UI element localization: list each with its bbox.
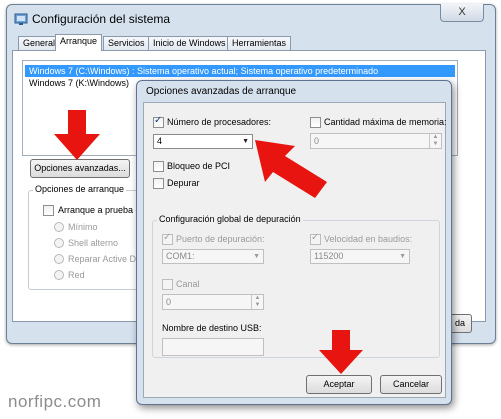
radio-repair-ad-label: Reparar Active Dir: [68, 254, 142, 264]
tab-boot[interactable]: Arranque: [55, 34, 103, 51]
max-memory-spinner[interactable]: 0 ▲ ▼: [310, 133, 442, 149]
dialog-title: Opciones avanzadas de arranque: [146, 86, 297, 97]
chevron-down-icon: ▼: [399, 253, 406, 260]
spinner-arrows-icon[interactable]: ▲ ▼: [251, 295, 263, 309]
channel-checkbox[interactable]: [162, 279, 173, 290]
radio-network-label: Red: [68, 270, 85, 280]
system-config-app-icon: [14, 12, 28, 26]
pci-lock-checkbox[interactable]: [153, 161, 164, 172]
radio-alternate-shell-label: Shell alterno: [68, 238, 119, 248]
num-processors-value: 4: [157, 136, 163, 146]
baud-rate-dropdown[interactable]: 115200 ▼: [310, 249, 410, 264]
num-processors-label: Número de procesadores:: [167, 117, 272, 127]
debug-port-label: Puerto de depuración:: [176, 234, 265, 244]
os-list-item-current[interactable]: Windows 7 (C:\Windows) : Sistema operati…: [25, 65, 455, 77]
debug-port-value: COM1:: [166, 251, 195, 261]
safe-boot-label: Arranque a prueba d: [58, 205, 141, 215]
tab-tools[interactable]: Herramientas: [227, 36, 292, 50]
num-processors-checkbox[interactable]: [153, 115, 164, 128]
channel-value: 0: [166, 297, 172, 307]
num-processors-dropdown[interactable]: 4 ▼: [153, 134, 253, 149]
tab-startup[interactable]: Inicio de Windows: [148, 36, 231, 50]
spinner-arrows-icon[interactable]: ▲ ▼: [429, 134, 441, 148]
debug-port-dropdown[interactable]: COM1: ▼: [162, 249, 264, 264]
arrow-down-icon: [54, 110, 100, 160]
chevron-down-icon: ▼: [242, 138, 249, 145]
debug-label: Depurar: [167, 178, 200, 188]
baud-rate-label: Velocidad en baudios:: [324, 234, 413, 244]
baud-rate-value: 115200: [314, 251, 344, 261]
max-memory-label: Cantidad máxima de memoria:: [324, 117, 447, 127]
boot-options-legend: Opciones de arranque: [33, 184, 127, 194]
cancel-button[interactable]: Cancelar: [380, 375, 442, 394]
max-memory-checkbox[interactable]: [310, 117, 321, 128]
usb-target-input[interactable]: [162, 338, 264, 356]
tab-strip: General Arranque Servicios Inicio de Win…: [12, 34, 292, 51]
channel-label: Canal: [176, 279, 200, 289]
radio-repair-ad[interactable]: [54, 254, 64, 264]
tab-general[interactable]: General: [18, 36, 61, 50]
radio-minimal[interactable]: [54, 222, 64, 232]
safe-boot-checkbox[interactable]: [43, 205, 54, 216]
debug-port-checkbox[interactable]: [162, 232, 173, 245]
baud-rate-checkbox[interactable]: [310, 232, 321, 245]
channel-spinner[interactable]: 0 ▲ ▼: [162, 294, 264, 310]
chevron-down-icon: ▼: [253, 253, 260, 260]
window-title: Configuración del sistema: [32, 12, 171, 26]
debug-checkbox[interactable]: [153, 178, 164, 189]
tab-services[interactable]: Servicios: [103, 36, 150, 50]
radio-minimal-label: Mínimo: [68, 222, 98, 232]
radio-network[interactable]: [54, 270, 64, 280]
arrow-down-icon: [319, 330, 363, 374]
arrow-up-left-icon: [255, 140, 327, 198]
advanced-options-button[interactable]: Opciones avanzadas...: [30, 159, 130, 178]
accept-button[interactable]: Aceptar: [306, 375, 372, 394]
watermark: norfipc.com: [8, 392, 102, 411]
debug-settings-legend: Configuración global de depuración: [157, 214, 303, 224]
close-button[interactable]: X: [440, 4, 484, 22]
pci-lock-label: Bloqueo de PCI: [167, 161, 231, 171]
radio-alternate-shell[interactable]: [54, 238, 64, 248]
usb-target-label: Nombre de destino USB:: [162, 323, 262, 333]
